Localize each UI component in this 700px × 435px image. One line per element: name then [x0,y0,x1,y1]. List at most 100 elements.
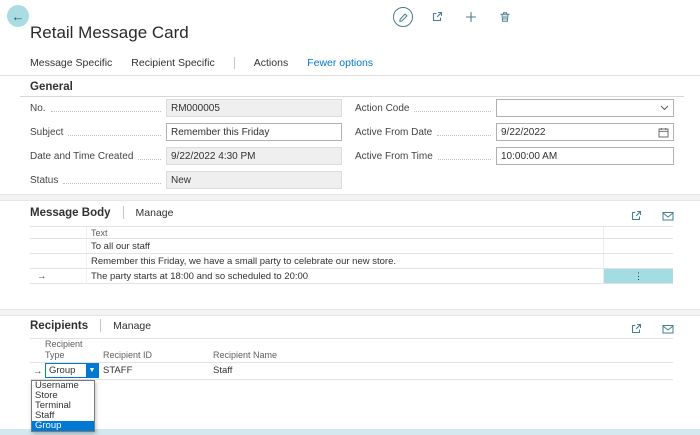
recipients-header: Recipients Manage [30,319,151,332]
dotted-leader [51,111,161,112]
message-body-manage-button[interactable]: Manage [136,207,174,219]
dotted-leader [63,183,161,184]
row-selector [30,239,87,253]
calendar-icon[interactable] [658,127,669,138]
section-heading-general[interactable]: General [30,81,73,93]
recipients-icons [626,319,678,339]
field-label-active-from-time: Active From Time [355,151,433,162]
message-body-row: Remember this Friday, we have a small pa… [30,254,673,269]
section-divider [100,319,101,332]
menu-divider [234,57,235,69]
menu-item-actions[interactable]: Actions [254,57,288,69]
message-body-row: To all our staff [30,239,673,254]
general-fields-right: Action Code Active From Date 9/22/2022 A… [355,99,674,171]
edit-button[interactable] [393,7,413,27]
action-code-field[interactable] [496,99,674,117]
recipient-type-select[interactable]: Group ▼ [45,363,99,378]
open-in-window-icon[interactable] [626,206,646,226]
recipient-name-cell[interactable]: Staff [213,365,363,378]
recipients-table: Recipient Type Recipient ID Recipient Na… [30,338,673,380]
actions-column [603,227,673,238]
recipient-id-cell[interactable]: STAFF [103,365,213,378]
field-label-status: Status [30,175,58,186]
add-button[interactable] [461,7,481,27]
recipient-type-column-header[interactable]: Recipient Type [45,339,93,360]
recipient-name-column-header[interactable]: Recipient Name [213,350,277,360]
subject-field[interactable]: Remember this Friday [166,123,342,141]
email-icon[interactable] [658,319,678,339]
dropdown-option-group-selected[interactable]: Group [32,421,94,431]
edit-icon [398,12,409,23]
open-in-window-icon[interactable] [626,319,646,339]
dotted-leader [68,135,161,136]
message-body-table-header: Text [30,227,673,239]
text-cell[interactable]: Remember this Friday, we have a small pa… [87,254,603,268]
message-body-row-selected: → The party starts at 18:00 and so sched… [30,269,673,284]
recipients-table-header: Recipient Type Recipient ID Recipient Na… [30,339,673,363]
text-column-header[interactable]: Text [91,228,108,238]
command-bar [393,7,515,27]
recipient-type-value: Group [49,365,75,376]
recipient-row: → Group ▼ STAFF Staff [30,363,673,380]
share-button[interactable] [427,7,447,27]
dotted-leader [437,135,491,136]
text-cell[interactable]: To all our staff [87,239,603,253]
section-divider-band [0,309,700,316]
section-divider-band [0,194,700,201]
field-no: No. RM000005 [30,99,342,117]
date-time-created-field[interactable]: 9/22/2022 4:30 PM [166,147,342,165]
active-from-date-field[interactable]: 9/22/2022 [496,123,674,141]
row-selector: → [30,269,87,283]
status-field[interactable]: New [166,171,342,189]
field-action-code: Action Code [355,99,674,117]
dotted-leader [438,159,491,160]
active-from-time-field[interactable]: 10:00:00 AM [496,147,674,165]
general-heading-rule [20,96,684,97]
action-menu-bar: Message Specific Recipient Specific Acti… [30,57,392,69]
message-body-icons [626,206,678,226]
chevron-down-icon [660,105,669,111]
recipients-manage-button[interactable]: Manage [113,320,151,332]
row-end-cell [603,239,673,253]
dotted-leader [414,111,491,112]
section-divider [123,206,124,219]
field-label-active-from-date: Active From Date [355,127,432,138]
section-heading-recipients[interactable]: Recipients [30,320,88,332]
menu-item-fewer-options[interactable]: Fewer options [307,57,373,69]
menu-item-recipient-specific[interactable]: Recipient Specific [131,57,214,69]
row-selector: → [30,366,45,377]
bottom-band [0,429,700,435]
general-fields-left: No. RM000005 Subject Remember this Frida… [30,99,342,195]
field-active-from-time: Active From Time 10:00:00 AM [355,147,674,165]
field-label-action-code: Action Code [355,103,409,114]
current-row-marker-icon: → [33,366,43,377]
field-label-date-time-created: Date and Time Created [30,151,133,162]
delete-icon [499,11,511,23]
menu-item-message-specific[interactable]: Message Specific [30,57,112,69]
field-label-subject: Subject [30,127,63,138]
row-end-cell [603,254,673,268]
share-icon [431,11,443,23]
no-field[interactable]: RM000005 [166,99,342,117]
message-body-table: Text To all our staff Remember this Frid… [30,226,673,284]
current-row-marker-icon: → [37,271,47,282]
section-heading-message-body[interactable]: Message Body [30,207,111,219]
recipient-type-dropdown: Username Store Terminal Staff Group [31,380,95,432]
field-status: Status New [30,171,342,189]
back-icon: ← [12,9,25,24]
row-selector-column [30,227,87,238]
text-cell[interactable]: The party starts at 18:00 and so schedul… [87,269,603,283]
page-title: Retail Message Card [30,23,189,43]
message-body-header: Message Body Manage [30,206,173,219]
recipient-id-column-header[interactable]: Recipient ID [103,350,152,360]
delete-button[interactable] [495,7,515,27]
row-actions-button[interactable]: ⋮ [603,269,673,283]
back-button[interactable]: ← [7,5,29,27]
email-icon[interactable] [658,206,678,226]
add-icon [465,11,477,23]
field-active-from-date: Active From Date 9/22/2022 [355,123,674,141]
row-selector [30,254,87,268]
field-subject: Subject Remember this Friday [30,123,342,141]
menu-divider-rule [0,75,700,76]
ellipsis-icon: ⋮ [634,271,643,282]
